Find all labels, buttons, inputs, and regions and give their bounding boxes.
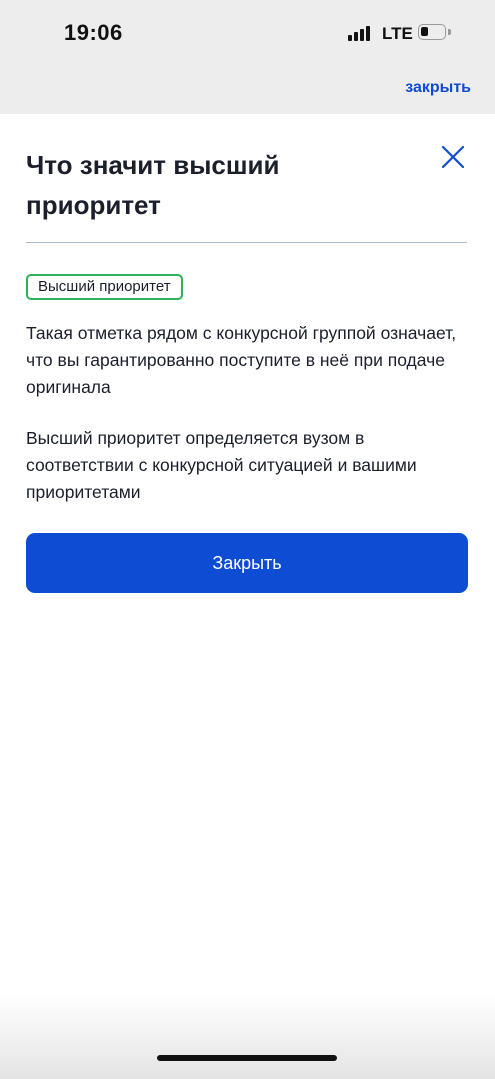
home-indicator[interactable] <box>157 1055 337 1061</box>
signal-icon <box>348 25 374 41</box>
priority-badge: Высший приоритет <box>26 274 183 300</box>
status-time: 19:06 <box>64 20 123 45</box>
battery-cap <box>448 29 451 35</box>
title-divider <box>26 242 467 243</box>
modal-title: Что значит высший приоритет <box>26 150 280 220</box>
bottom-bar <box>0 994 495 1079</box>
screen: 19:06 LTE закрыть Что значит высший прио… <box>0 0 495 1079</box>
close-button[interactable]: Закрыть <box>26 533 468 593</box>
sheet-header: закрыть <box>0 62 495 114</box>
battery-icon <box>418 24 446 40</box>
explanation-text: Такая отметка рядом с конкурсной группой… <box>26 323 457 397</box>
definition-text: Высший приоритет определяется вузом в со… <box>26 428 417 502</box>
close-link[interactable]: закрыть <box>405 79 471 97</box>
priority-info-modal: Что значит высший приоритет Высший приор… <box>0 114 495 994</box>
network-label: LTE <box>382 24 413 43</box>
status-bar: 19:06 LTE <box>0 0 495 62</box>
close-icon[interactable] <box>440 144 466 170</box>
